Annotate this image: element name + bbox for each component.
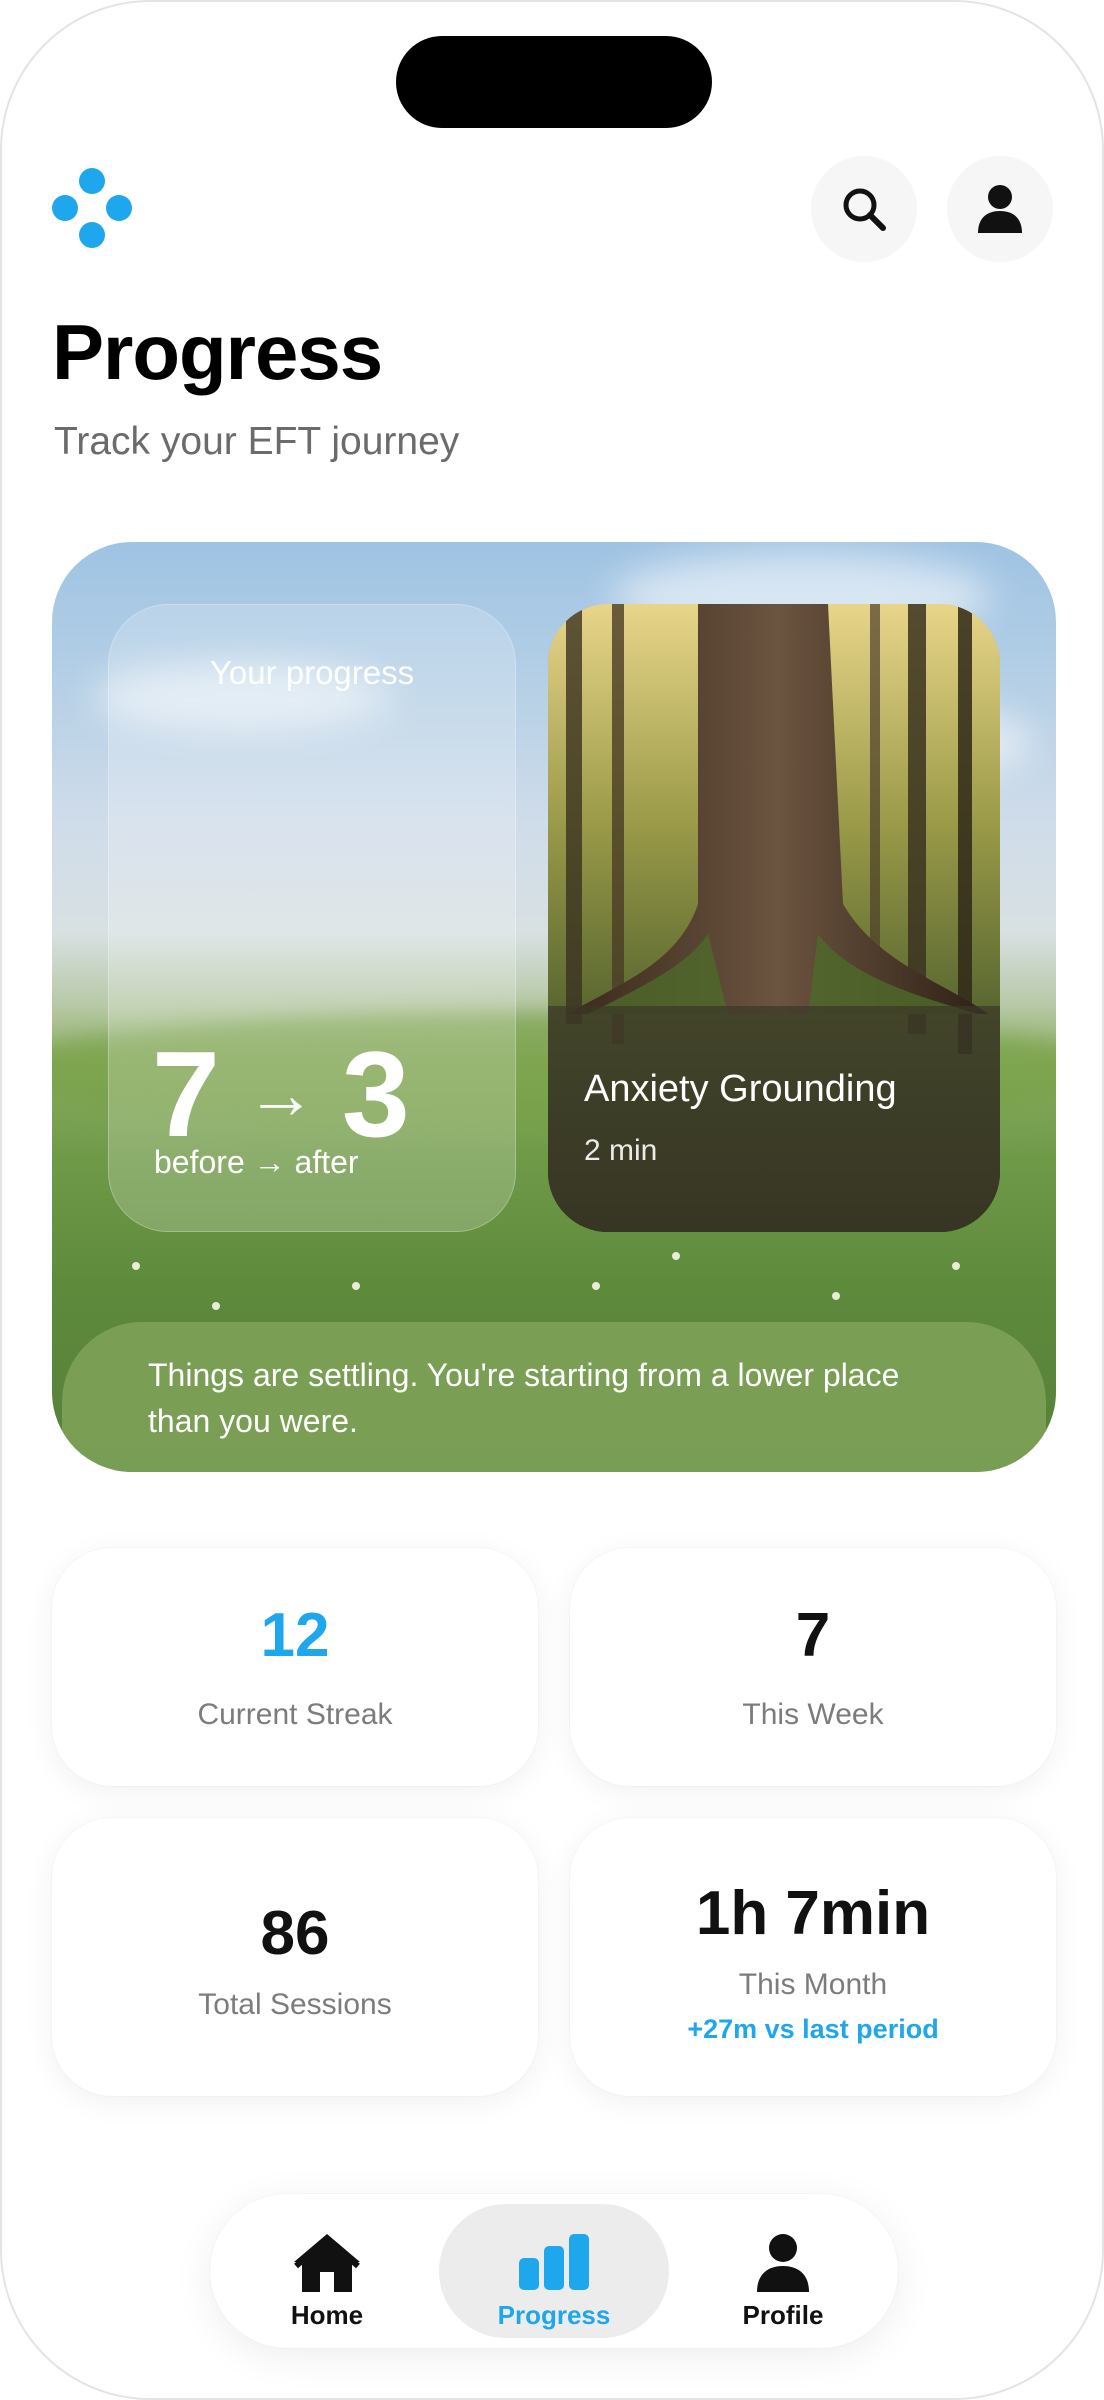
page-subtitle: Track your EFT journey [54, 420, 460, 463]
logo-icon [52, 168, 132, 248]
progress-caption: before → after [154, 1144, 359, 1180]
nav-label: Progress [497, 2300, 611, 2330]
flower [832, 1292, 840, 1300]
progress-label: Your progress [209, 654, 415, 691]
flower [212, 1302, 220, 1310]
stat-label: This Month [738, 1968, 888, 2001]
dynamic-island [396, 36, 712, 128]
flower [132, 1262, 140, 1270]
stat-card-this-month: 1h 7min This Month +27m vs last period [570, 1818, 1056, 2096]
arrow-right-icon: → [245, 1055, 316, 1133]
progress-summary-panel: Your progress 7 → 3 before → after [108, 604, 516, 1232]
search-button[interactable] [811, 156, 917, 262]
before-value: 7 [152, 1026, 220, 1162]
stat-card-current-streak: 12 Current Streak [52, 1548, 538, 1786]
home-icon [294, 2234, 360, 2292]
nav-item-home[interactable]: Home [212, 2204, 442, 2338]
nav-label: Profile [742, 2300, 824, 2330]
stat-label: This Week [742, 1698, 884, 1731]
flower [592, 1282, 600, 1290]
progress-message: Things are settling. You're starting fro… [148, 1357, 900, 1439]
page-title: Progress [52, 308, 383, 396]
session-info-overlay [548, 1006, 1000, 1232]
progress-hero-card: Your progress 7 → 3 before → after Anxie… [52, 542, 1056, 1472]
stat-delta: +27m vs last period [687, 2014, 939, 2044]
flower [952, 1262, 960, 1270]
stat-value: 1h 7min [695, 1879, 931, 1948]
flower [672, 1252, 680, 1260]
stat-card-total-sessions: 86 Total Sessions [52, 1818, 538, 2096]
stat-card-this-week: 7 This Week [570, 1548, 1056, 1786]
session-card[interactable]: Anxiety Grounding 2 min [548, 604, 1000, 1232]
session-duration: 2 min [584, 1134, 658, 1167]
stat-value: 12 [260, 1601, 330, 1670]
nav-label: Home [290, 2300, 364, 2330]
search-icon [843, 188, 886, 231]
nav-item-profile[interactable]: Profile [668, 2204, 898, 2338]
progress-values: 7 → 3 [152, 1024, 410, 1164]
nav-item-progress[interactable]: Progress [439, 2204, 669, 2338]
session-title: Anxiety Grounding [584, 1068, 897, 1110]
bar-chart-icon [519, 2234, 589, 2290]
profile-button[interactable] [947, 156, 1053, 262]
user-icon [978, 185, 1022, 233]
bottom-nav: Home Progress Profile [210, 2194, 898, 2348]
stat-value: 86 [260, 1899, 330, 1968]
stat-value: 7 [795, 1601, 831, 1670]
stat-label: Current Streak [197, 1698, 393, 1731]
flower [352, 1282, 360, 1290]
user-icon [757, 2234, 809, 2292]
phone-frame: Progress Track your EFT journey Your pro… [0, 0, 1104, 2400]
after-value: 3 [341, 1026, 410, 1162]
stat-label: Total Sessions [198, 1988, 392, 2021]
